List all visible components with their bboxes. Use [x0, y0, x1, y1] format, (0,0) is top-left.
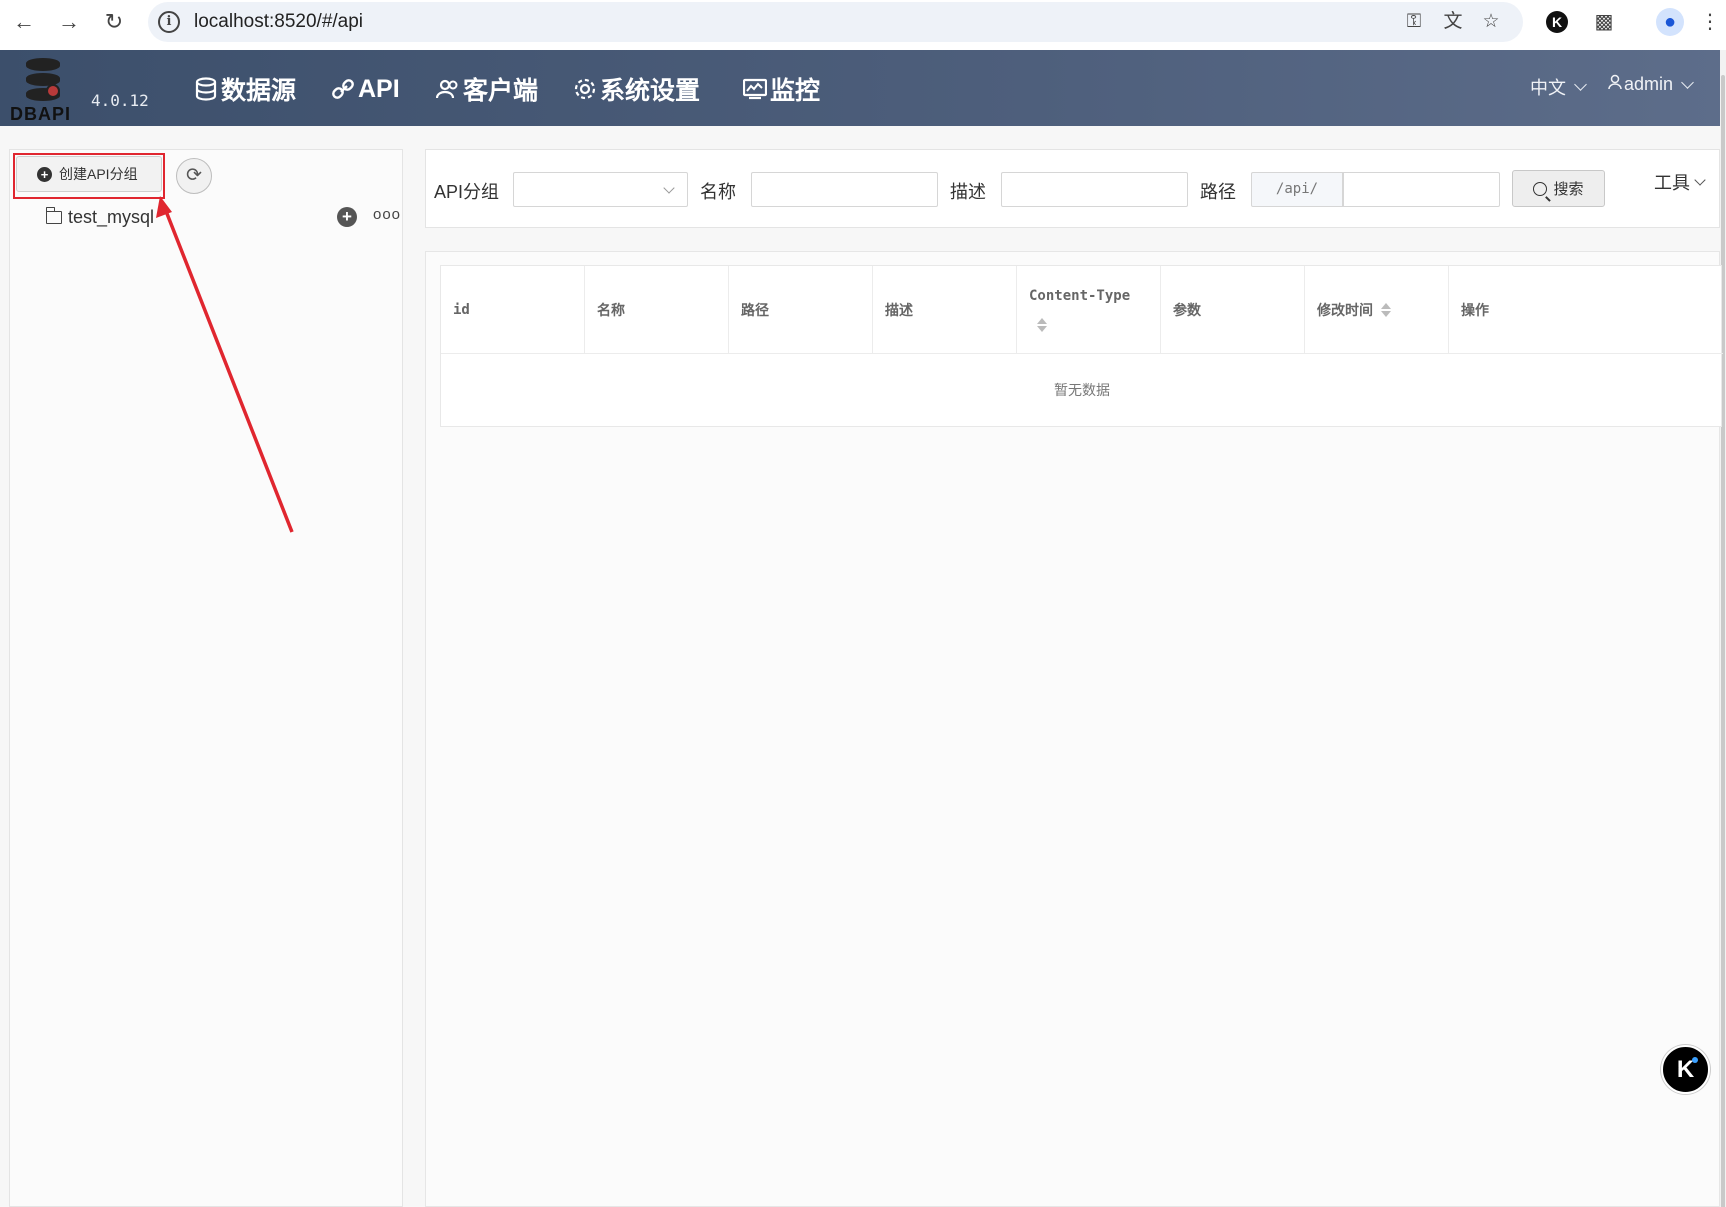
search-panel: API分组 名称 描述 路径 /api/ 搜索 工具: [425, 149, 1720, 228]
password-key-icon[interactable]: ⚿: [1401, 10, 1427, 34]
app-header: DBAPI 4.0.12 数据源 API 客户端 系统设置 监控 中文 admi…: [0, 50, 1720, 126]
nav-item-datasource[interactable]: 数据源: [194, 72, 296, 106]
folder-icon: [45, 206, 62, 224]
user-dropdown[interactable]: admin: [1608, 74, 1694, 95]
column-header-content-type[interactable]: Content-Type: [1017, 266, 1161, 354]
nav-label-api: API: [358, 74, 400, 103]
nav-label-clients: 客户端: [463, 77, 539, 105]
refresh-button[interactable]: ⟳: [176, 158, 212, 194]
brand-name: DBAPI: [10, 104, 72, 124]
empty-state-text: 暂无数据: [1054, 382, 1110, 398]
add-api-icon[interactable]: +: [337, 207, 357, 227]
user-icon: [1608, 74, 1622, 95]
desc-filter-label: 描述: [950, 182, 986, 202]
forward-icon[interactable]: →: [55, 8, 83, 36]
tree-node[interactable]: test_mysql + ooo: [45, 204, 401, 230]
chevron-down-icon: [1694, 173, 1706, 186]
nav-label-datasource: 数据源: [221, 77, 297, 105]
column-header-description: 描述: [873, 266, 1017, 354]
sort-icon[interactable]: [1381, 303, 1391, 317]
column-header-actions: 操作: [1461, 303, 1489, 319]
search-icon: [1533, 181, 1548, 196]
page-scrollbar[interactable]: [1720, 50, 1726, 1207]
site-info-icon[interactable]: i: [158, 11, 180, 33]
group-select[interactable]: [513, 172, 688, 207]
refresh-icon: ⟳: [186, 165, 202, 186]
nav-label-settings: 系统设置: [600, 77, 701, 105]
user-name: admin: [1624, 74, 1674, 94]
monitor-icon: [743, 77, 767, 101]
extensions-puzzle-icon[interactable]: ▩: [1590, 8, 1618, 36]
path-filter-label: 路径: [1200, 182, 1236, 202]
column-header-path: 路径: [729, 266, 873, 354]
chevron-down-icon: [1574, 78, 1587, 91]
back-icon[interactable]: ←: [10, 8, 38, 36]
profile-avatar-icon[interactable]: ●: [1656, 8, 1684, 36]
name-filter-label: 名称: [700, 182, 736, 202]
reload-icon[interactable]: ↻: [100, 8, 128, 36]
chevron-down-icon: [1681, 75, 1694, 89]
tools-label: 工具: [1654, 173, 1690, 193]
language-dropdown[interactable]: 中文: [1530, 74, 1587, 100]
search-button-label: 搜索: [1553, 181, 1584, 198]
translate-icon[interactable]: 文: [1440, 10, 1466, 34]
nav-item-monitor[interactable]: 监控: [743, 72, 820, 106]
browser-toolbar: ← → ↻ i localhost:8520/#/api ⚿ 文 ☆ K ▩ ●…: [0, 0, 1726, 50]
gear-icon: [573, 77, 597, 101]
path-input[interactable]: [1343, 172, 1500, 207]
chevron-down-icon: [663, 182, 675, 194]
tools-dropdown[interactable]: 工具: [1654, 169, 1706, 195]
column-header-params: 参数: [1161, 266, 1305, 354]
table-header: id 名称 路径 描述 Content-Type 参数 修改时间 操作: [441, 266, 1723, 354]
link-icon: [331, 77, 355, 101]
nav-item-settings[interactable]: 系统设置: [573, 72, 700, 106]
description-input[interactable]: [1001, 172, 1188, 207]
tree-node-label: test_mysql: [68, 206, 155, 227]
group-filter-label: API分组: [434, 182, 500, 202]
more-options-icon[interactable]: ooo: [373, 206, 401, 223]
nav-label-monitor: 监控: [770, 77, 821, 105]
database-icon: [194, 77, 218, 101]
api-table-panel: id 名称 路径 描述 Content-Type 参数 修改时间 操作 暂无数据: [425, 251, 1723, 1207]
floating-extension-k-icon[interactable]: K: [1661, 1045, 1710, 1094]
api-group-panel: + 创建API分组 ⟳ test_mysql + ooo: [9, 149, 403, 1207]
column-header-name: 名称: [585, 266, 729, 354]
sort-icon[interactable]: [1037, 318, 1047, 332]
version-label: 4.0.12: [91, 91, 149, 110]
url-text[interactable]: localhost:8520/#/api: [194, 11, 363, 33]
api-table: id 名称 路径 描述 Content-Type 参数 修改时间 操作 暂无数据: [440, 265, 1723, 427]
highlight-annotation-box: [13, 153, 165, 199]
column-header-modified-time[interactable]: 修改时间: [1305, 266, 1449, 354]
nav-item-clients[interactable]: 客户端: [436, 72, 538, 106]
column-header-id: id: [441, 266, 585, 354]
users-icon: [436, 77, 460, 101]
dbapi-logo: DBAPI: [10, 56, 76, 124]
address-bar[interactable]: i localhost:8520/#/api ⚿ 文 ☆: [148, 2, 1523, 42]
search-button[interactable]: 搜索: [1512, 170, 1605, 207]
path-prefix: /api/: [1251, 172, 1343, 207]
extension-k-icon[interactable]: K: [1546, 11, 1568, 33]
bookmark-star-icon[interactable]: ☆: [1478, 10, 1504, 34]
language-label: 中文: [1530, 78, 1566, 98]
nav-item-api[interactable]: API: [331, 72, 400, 106]
browser-menu-icon[interactable]: ⋮: [1700, 8, 1720, 36]
name-input[interactable]: [751, 172, 938, 207]
